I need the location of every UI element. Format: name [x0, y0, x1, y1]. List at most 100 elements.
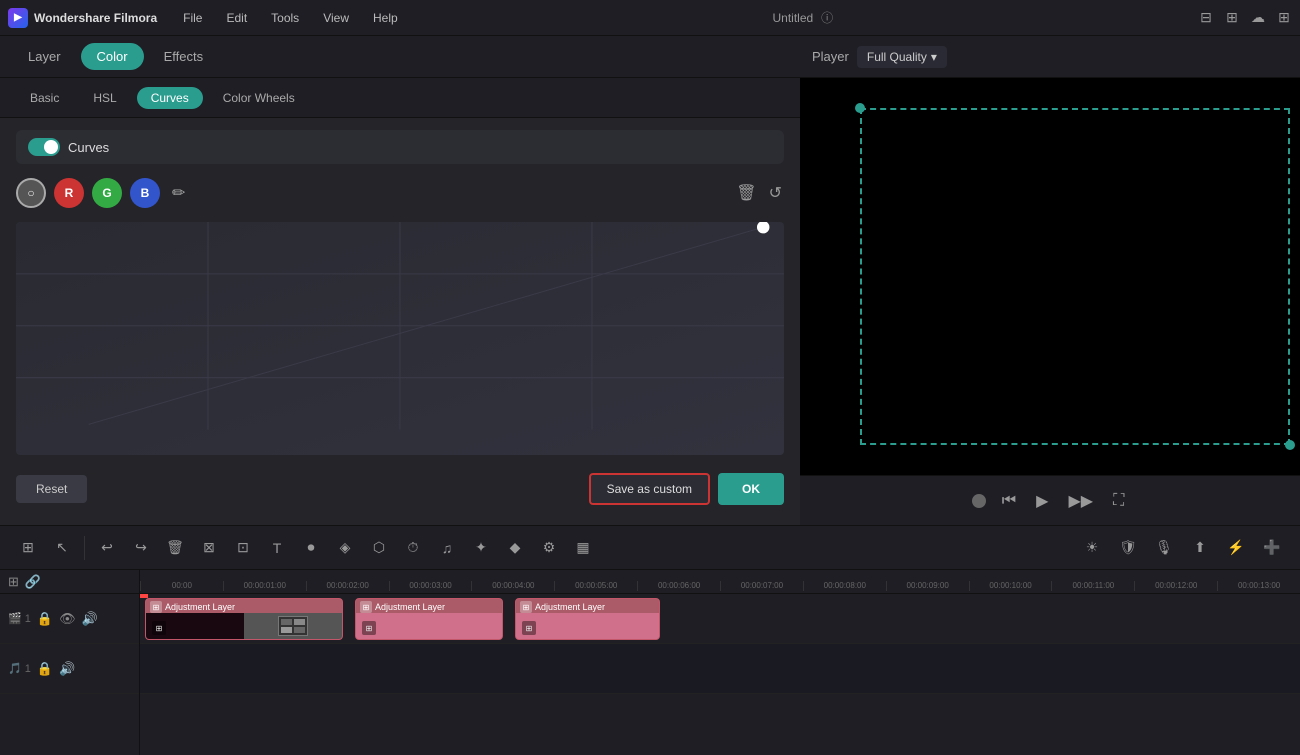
subtab-colorwheels[interactable]: Color Wheels: [209, 87, 309, 109]
channel-white-btn[interactable]: ○: [16, 178, 46, 208]
quality-select[interactable]: Full Quality ▾: [857, 46, 947, 68]
tab-effects[interactable]: Effects: [148, 43, 220, 70]
app-icon: ▶: [8, 8, 28, 28]
clip-2-label: Adjustment Layer: [375, 602, 445, 612]
menu-help[interactable]: Help: [363, 7, 408, 29]
channel-actions: 🗑 ↺: [734, 181, 784, 205]
subtab-curves[interactable]: Curves: [137, 87, 203, 109]
channel-green-btn[interactable]: G: [92, 178, 122, 208]
color-panel: Curves ○ R G B ✏: [0, 118, 800, 525]
channel-red-btn[interactable]: R: [54, 178, 84, 208]
audio-lock-icon[interactable]: 🔒: [37, 661, 53, 677]
auto-btn[interactable]: ⚡: [1220, 532, 1252, 564]
add-track-icon[interactable]: ⊞: [8, 574, 19, 590]
track-vol-icon[interactable]: 🔊: [82, 611, 98, 627]
channel-red-label: R: [65, 186, 74, 200]
mic-btn[interactable]: 🎙: [1148, 532, 1180, 564]
playback-position-dot: [972, 494, 986, 508]
speed-btn[interactable]: ⏱: [397, 532, 429, 564]
info-icon[interactable]: ⓘ: [821, 9, 833, 26]
shield-btn[interactable]: 🛡: [1112, 532, 1144, 564]
audio-btn[interactable]: ♫: [431, 532, 463, 564]
scene-btn[interactable]: ▦: [567, 532, 599, 564]
clip-1-badge: ⊞: [152, 621, 166, 635]
save-custom-button[interactable]: Save as custom: [589, 473, 710, 505]
keyframe-btn[interactable]: ◆: [499, 532, 531, 564]
clip-3-thumbnail: [516, 613, 659, 639]
export-btn[interactable]: ⬆: [1184, 532, 1216, 564]
motion-btn[interactable]: ◈: [329, 532, 361, 564]
project-title: Untitled: [772, 11, 813, 25]
select-btn[interactable]: ↖: [46, 532, 78, 564]
timeline-ruler: 00:00 00:00:01:00 00:00:02:00 00:00:03:0…: [140, 570, 1300, 594]
delete-btn[interactable]: 🗑: [159, 532, 191, 564]
menu-tools[interactable]: Tools: [261, 7, 309, 29]
curves-toggle-row: Curves: [16, 130, 784, 164]
video-track-row: ⊞ Adjustment Layer: [140, 594, 1300, 644]
link-icon[interactable]: 🔗: [25, 574, 41, 590]
ok-button[interactable]: OK: [718, 473, 784, 505]
step-forward-btn[interactable]: ▶▶: [1064, 487, 1097, 515]
clip-3[interactable]: ⊞ Adjustment Layer ⊞: [515, 598, 660, 640]
curves-label: Curves: [68, 140, 109, 155]
track-lock-icon[interactable]: 🔒: [37, 611, 53, 627]
player-handle-br[interactable]: [1285, 440, 1295, 450]
ruler-mark-3: 00:00:03:00: [389, 581, 472, 591]
clip-2-badge: ⊞: [362, 621, 376, 635]
record-btn[interactable]: ⏺: [295, 532, 327, 564]
reset-button[interactable]: Reset: [16, 475, 87, 503]
color-btn[interactable]: ⬡: [363, 532, 395, 564]
subtab-basic[interactable]: Basic: [16, 87, 73, 109]
menu-file[interactable]: File: [173, 7, 212, 29]
clip-3-icon: ⊞: [520, 601, 532, 613]
player-dashed-border: [860, 108, 1290, 445]
eyedropper-btn[interactable]: ✏: [172, 183, 185, 203]
fullscreen-btn[interactable]: ⛶: [1109, 488, 1128, 514]
redo-btn[interactable]: ↪: [125, 532, 157, 564]
player-handle-tl[interactable]: [855, 103, 865, 113]
undo-btn[interactable]: ↩: [91, 532, 123, 564]
text-btn[interactable]: T: [261, 532, 293, 564]
ruler-mark-1: 00:00:01:00: [223, 581, 306, 591]
add-track-btn[interactable]: ➕: [1256, 532, 1288, 564]
clip-3-badge: ⊞: [522, 621, 536, 635]
track-eye-icon[interactable]: 👁: [59, 611, 76, 627]
effects-btn[interactable]: ✦: [465, 532, 497, 564]
transform-btn[interactable]: ⊡: [227, 532, 259, 564]
reset-curve-btn[interactable]: ↺: [767, 181, 784, 205]
audio-vol-icon[interactable]: 🔊: [59, 661, 75, 677]
ruler-mark-4: 00:00:04:00: [471, 581, 554, 591]
main-tabs: Layer Color Effects: [0, 36, 800, 78]
tab-color[interactable]: Color: [81, 43, 144, 70]
right-btns: Save as custom OK: [589, 473, 784, 505]
clip-2[interactable]: ⊞ Adjustment Layer ⊞: [355, 598, 503, 640]
video-track-label: 🎬 1 🔒 👁 🔊: [0, 594, 139, 644]
step-back-btn[interactable]: ⏮: [998, 488, 1020, 514]
curve-editor[interactable]: [16, 222, 784, 455]
minimize-btn[interactable]: ⊟: [1198, 10, 1214, 26]
delete-curve-btn[interactable]: 🗑: [734, 181, 758, 205]
play-btn[interactable]: ▶: [1032, 487, 1052, 515]
add-media-btn[interactable]: ⊞: [12, 532, 44, 564]
clip-1-label: Adjustment Layer: [165, 602, 235, 612]
ai-btn[interactable]: ⚙: [533, 532, 565, 564]
tab-layer[interactable]: Layer: [12, 43, 77, 70]
subtab-hsl[interactable]: HSL: [79, 87, 130, 109]
maximize-btn[interactable]: ⊞: [1224, 10, 1240, 26]
player-area: [800, 78, 1300, 475]
sun-btn[interactable]: ☀: [1076, 532, 1108, 564]
left-content: Layer Color Effects Basic HSL Curves Col…: [0, 36, 800, 525]
menu-view[interactable]: View: [313, 7, 359, 29]
clip-1[interactable]: ⊞ Adjustment Layer: [145, 598, 343, 640]
quality-chevron: ▾: [931, 50, 937, 64]
channel-blue-btn[interactable]: B: [130, 178, 160, 208]
ruler-mark-12: 00:00:12:00: [1134, 581, 1217, 591]
menu-edit[interactable]: Edit: [216, 7, 257, 29]
grid-btn[interactable]: ⊞: [1276, 10, 1292, 26]
clip-3-label: Adjustment Layer: [535, 602, 605, 612]
crop-btn[interactable]: ⊠: [193, 532, 225, 564]
cloud-btn[interactable]: ☁: [1250, 10, 1266, 26]
bottom-section: ⊞ ↖ ↩ ↪ 🗑 ⊠ ⊡ T ⏺ ◈ ⬡ ⏱ ♫ ✦ ◆ ⚙ ▦ ☀ 🛡 🎙 …: [0, 525, 1300, 755]
curves-toggle[interactable]: [28, 138, 60, 156]
clip-1-icon: ⊞: [150, 601, 162, 613]
